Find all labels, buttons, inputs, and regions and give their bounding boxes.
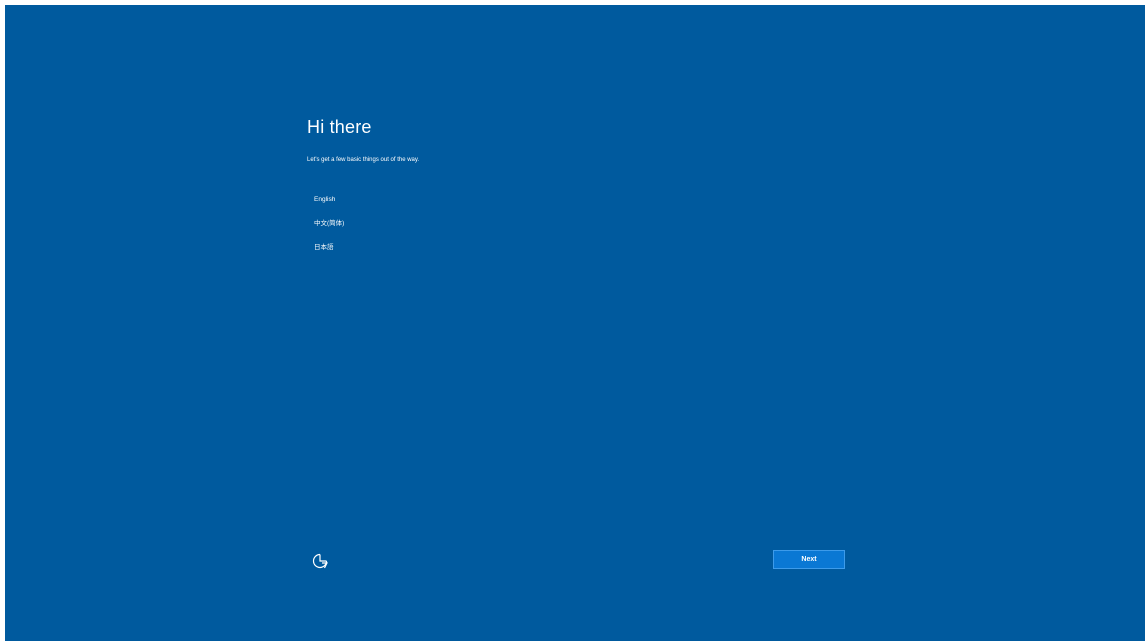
page-title: Hi there [307, 117, 372, 137]
ease-of-access-button[interactable] [309, 550, 331, 572]
ease-of-access-icon [312, 553, 328, 569]
language-option-chinese-simplified[interactable]: 中文(简体) [313, 217, 344, 241]
page-subtitle: Let's get a few basic things out of the … [307, 157, 420, 163]
language-list: English 中文(简体) 日本語 [313, 193, 344, 265]
next-button[interactable]: Next [773, 550, 845, 569]
oobe-setup-screen: Hi there Let's get a few basic things ou… [5, 5, 1145, 641]
language-option-english[interactable]: English [313, 193, 344, 217]
language-option-japanese[interactable]: 日本語 [313, 241, 344, 265]
